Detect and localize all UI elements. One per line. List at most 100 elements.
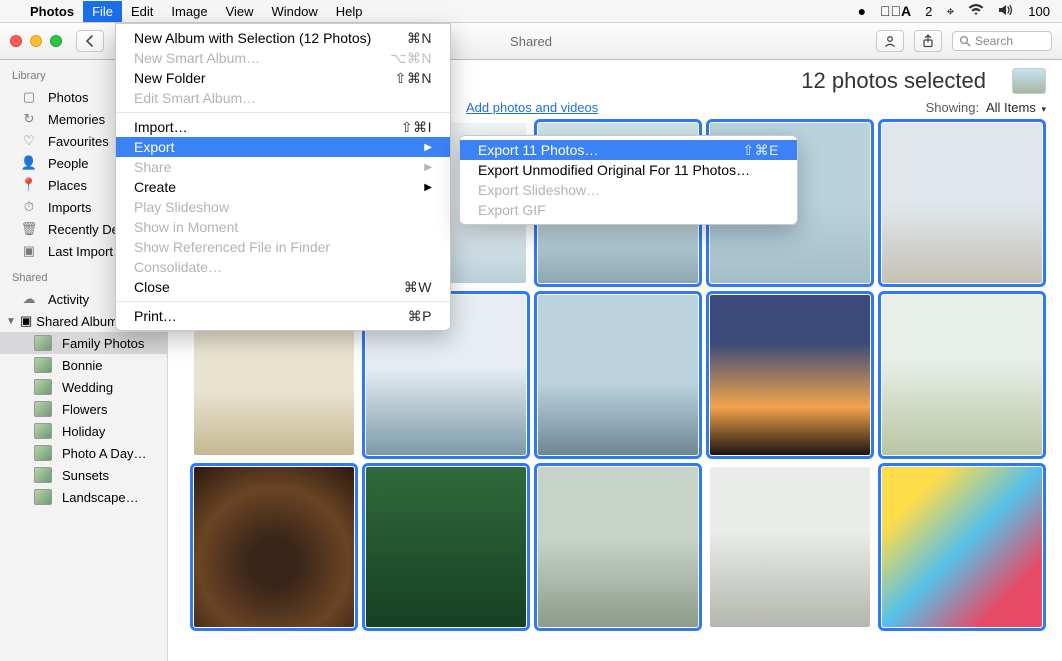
- menubar-item-help[interactable]: Help: [336, 4, 363, 19]
- search-icon: [959, 35, 971, 47]
- chevron-down-icon: ▾: [1041, 104, 1046, 114]
- menu-item-label: Print…: [134, 308, 177, 324]
- menu-item-label: Show in Moment: [134, 219, 238, 235]
- sidebar-album-item[interactable]: Bonnie: [0, 354, 167, 376]
- photo-thumb[interactable]: [194, 467, 354, 627]
- sidebar-album-item[interactable]: Wedding: [0, 376, 167, 398]
- people-toolbar-button[interactable]: [876, 30, 904, 52]
- sidebar-item-label: Holiday: [62, 424, 105, 439]
- export-submenu: Export 11 Photos…⇧⌘EExport Unmodified Or…: [459, 135, 798, 225]
- submenu-arrow-icon: ▶: [424, 142, 432, 153]
- menu-item[interactable]: Export ▶: [116, 137, 450, 157]
- photo-thumb[interactable]: [882, 295, 1042, 455]
- menu-item: Edit Smart Album…: [116, 88, 450, 108]
- sidebar-item-icon: 📍: [20, 177, 38, 193]
- menu-item[interactable]: Close ⌘W: [116, 277, 450, 297]
- sidebar-item-icon: ↻: [20, 111, 38, 127]
- sidebar-item-label: Photos: [48, 90, 88, 105]
- sidebar-album-item[interactable]: Flowers: [0, 398, 167, 420]
- photo-thumb[interactable]: [538, 467, 698, 627]
- photo-thumb[interactable]: [882, 467, 1042, 627]
- creative-cloud-icon[interactable]: �⃞A: [880, 3, 911, 19]
- menu-item-label: Play Slideshow: [134, 199, 229, 215]
- chevron-down-icon: ▼: [6, 316, 16, 327]
- menu-item-label: New Folder: [134, 70, 206, 86]
- menubar-item-view[interactable]: View: [226, 4, 254, 19]
- menu-shortcut: ⇧⌘E: [742, 142, 779, 159]
- menubar-app-name[interactable]: Photos: [30, 4, 74, 19]
- album-stack-icon: ▣: [20, 313, 32, 329]
- sidebar-item-label: Wedding: [62, 380, 113, 395]
- photo-thumb[interactable]: [366, 467, 526, 627]
- album-thumb-icon: [34, 379, 52, 395]
- sidebar-album-item[interactable]: Holiday: [0, 420, 167, 442]
- album-cover-thumb[interactable]: [1012, 68, 1046, 94]
- sidebar-item-label: Activity: [48, 292, 89, 307]
- sidebar-item-label: Landscape…: [62, 490, 139, 505]
- traffic-lights: [10, 35, 62, 47]
- sidebar-album-item[interactable]: Landscape…: [0, 486, 167, 508]
- menu-item-label: Edit Smart Album…: [134, 90, 256, 106]
- menu-item-label: Export Slideshow…: [478, 182, 600, 198]
- menu-item[interactable]: Create▶: [116, 177, 450, 197]
- menu-item-label: Create: [134, 179, 176, 195]
- album-thumb-icon: [34, 445, 52, 461]
- menubar-item-file[interactable]: File: [83, 1, 122, 22]
- menu-shortcut: ⇧⌘N: [395, 70, 432, 87]
- share-toolbar-button[interactable]: [914, 30, 942, 52]
- bluetooth-icon[interactable]: ⌖: [946, 3, 954, 20]
- menu-item-label: Export: [134, 139, 174, 155]
- search-field[interactable]: Search: [952, 31, 1052, 51]
- submenu-item[interactable]: Export Unmodified Original For 11 Photos…: [460, 160, 797, 180]
- minimize-window-button[interactable]: [30, 35, 42, 47]
- sidebar-item-label: Photo A Day…: [62, 446, 147, 461]
- cc-count: 2: [925, 4, 932, 19]
- close-window-button[interactable]: [10, 35, 22, 47]
- photo-thumb[interactable]: [710, 467, 870, 627]
- add-photos-link[interactable]: Add photos and videos: [466, 100, 598, 115]
- menubar-item-window[interactable]: Window: [272, 4, 318, 19]
- showing-filter[interactable]: Showing: All Items ▾: [926, 100, 1046, 115]
- menu-item-label: New Smart Album…: [134, 50, 260, 66]
- sidebar-item-icon: 🗑: [20, 221, 38, 237]
- menu-item: Play Slideshow: [116, 197, 450, 217]
- sidebar-item-label: Bonnie: [62, 358, 102, 373]
- menu-item: Show Referenced File in Finder: [116, 237, 450, 257]
- showing-value: All Items: [986, 100, 1036, 115]
- menu-item-label: New Album with Selection (12 Photos): [134, 30, 371, 46]
- volume-icon[interactable]: [998, 3, 1014, 19]
- menubar-item-edit[interactable]: Edit: [131, 4, 153, 19]
- menu-item[interactable]: Import…⇧⌘I: [116, 117, 450, 137]
- menubar-item-image[interactable]: Image: [171, 4, 207, 19]
- sidebar-item-label: Favourites: [48, 134, 109, 149]
- album-thumb-icon: [34, 357, 52, 373]
- wifi-icon[interactable]: [968, 3, 984, 19]
- submenu-item[interactable]: Export 11 Photos…⇧⌘E: [460, 140, 797, 160]
- photo-thumb[interactable]: [538, 295, 698, 455]
- battery-percent: 100: [1028, 4, 1050, 19]
- menu-shortcut: ⌥⌘N: [390, 50, 432, 67]
- system-menubar: Photos File Edit Image View Window Help …: [0, 0, 1062, 23]
- sidebar-album-item[interactable]: Sunsets: [0, 464, 167, 486]
- sidebar-item-icon: ☁: [20, 291, 38, 307]
- menu-shortcut: ⌘W: [404, 279, 432, 296]
- photo-thumb[interactable]: [882, 123, 1042, 283]
- menu-item[interactable]: Print…⌘P: [116, 306, 450, 326]
- album-thumb-icon: [34, 401, 52, 417]
- menu-item[interactable]: New Folder ⇧⌘N: [116, 68, 450, 88]
- status-dot-icon[interactable]: ●: [858, 3, 866, 19]
- sidebar-album-item[interactable]: Family Photos: [0, 332, 167, 354]
- menu-item: Share▶: [116, 157, 450, 177]
- submenu-item: Export Slideshow…: [460, 180, 797, 200]
- sidebar-album-item[interactable]: Photo A Day…: [0, 442, 167, 464]
- sidebar-item-label: Places: [48, 178, 87, 193]
- photo-thumb[interactable]: [710, 295, 870, 455]
- zoom-window-button[interactable]: [50, 35, 62, 47]
- back-button[interactable]: [76, 30, 104, 52]
- menu-item[interactable]: New Album with Selection (12 Photos)⌘N: [116, 28, 450, 48]
- menu-item-label: Close: [134, 279, 170, 295]
- submenu-item: Export GIF: [460, 200, 797, 220]
- file-menu-dropdown: New Album with Selection (12 Photos)⌘NNe…: [115, 23, 451, 331]
- menu-shortcut: ⇧⌘I: [401, 119, 432, 136]
- menu-item-label: Export GIF: [478, 202, 546, 218]
